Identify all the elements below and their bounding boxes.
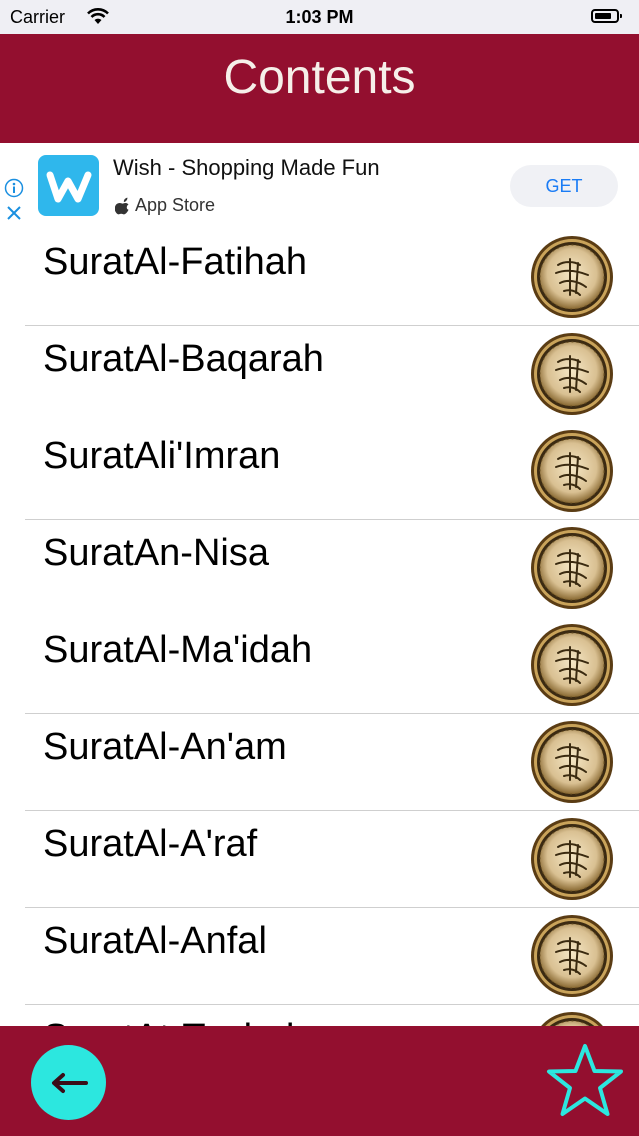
quran-medallion-icon [530,332,614,416]
list-item-label: SuratAl-Anfal [43,920,267,962]
quran-medallion-icon [530,235,614,319]
ad-store: App Store [115,195,215,216]
surah-list[interactable]: SuratAl-Fatihah SuratAl-Baqarah SuratAli… [0,229,639,1026]
battery-icon [591,9,622,23]
arrow-left-icon [52,1073,88,1093]
close-icon[interactable] [4,203,24,223]
list-item-label: SuratAl-Ma'idah [43,629,313,671]
get-button[interactable]: GET [510,165,618,207]
quran-medallion-icon [530,817,614,901]
list-item-label: SuratAl-Baqarah [43,338,324,380]
wish-app-icon[interactable] [38,155,99,216]
status-bar: Carrier 1:03 PM [0,0,639,34]
list-item-label: SuratAl-Fatihah [43,241,308,283]
list-item[interactable]: SuratAli'Imran [0,423,639,520]
list-item-label: SuratAt-Taubah [43,1017,307,1026]
list-item[interactable]: SuratAl-Anfal [0,908,639,1005]
ad-app-name[interactable]: Wish - Shopping Made Fun [113,155,380,181]
nav-bar: Contents [0,34,639,143]
list-item[interactable]: SuratAl-A'raf [0,811,639,908]
ad-banner[interactable]: Wish - Shopping Made Fun App Store GET [0,143,639,229]
list-item[interactable]: SuratAt-Taubah [0,1005,639,1026]
quran-medallion-icon [530,623,614,707]
ad-store-label: App Store [135,195,216,215]
page-title: Contents [223,51,416,104]
bottom-toolbar [0,1026,639,1136]
list-item-label: SuratAl-A'raf [43,823,258,865]
quran-medallion-icon [530,914,614,998]
list-item-label: SuratAn-Nisa [43,532,269,574]
apple-icon [115,197,129,214]
list-item[interactable]: SuratAn-Nisa [0,520,639,617]
list-item-label: SuratAl-An'am [43,726,287,768]
list-item[interactable]: SuratAl-An'am [0,714,639,811]
star-icon[interactable] [545,1042,625,1118]
quran-medallion-icon [530,526,614,610]
clock: 1:03 PM [285,7,354,27]
quran-medallion-icon [530,720,614,804]
quran-medallion-icon [530,1011,614,1026]
back-button[interactable] [31,1045,106,1120]
info-icon[interactable] [4,178,24,198]
list-item[interactable]: SuratAl-Fatihah [0,229,639,326]
list-item-label: SuratAli'Imran [43,435,281,477]
list-item[interactable]: SuratAl-Ma'idah [0,617,639,714]
list-item[interactable]: SuratAl-Baqarah [0,326,639,423]
quran-medallion-icon [530,429,614,513]
